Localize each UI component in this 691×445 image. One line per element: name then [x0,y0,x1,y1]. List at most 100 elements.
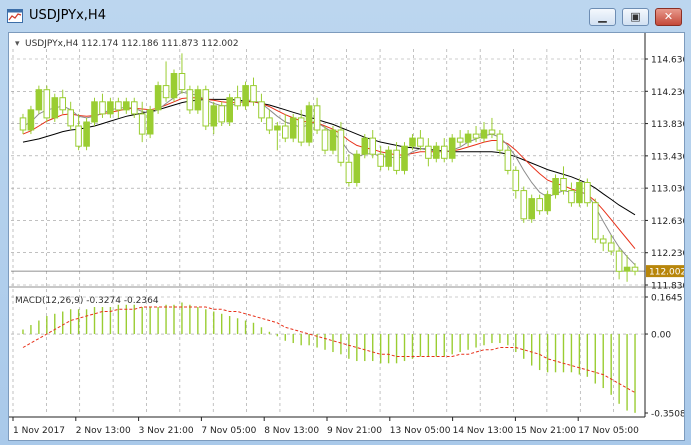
candle-down [337,129,345,163]
candle-down [250,85,257,103]
candle-up [464,133,472,143]
candle-up [353,153,361,183]
candle-down [266,117,273,131]
ma-slow-line [22,98,636,216]
candle-down [297,117,305,143]
price-label: 113.830 [651,120,684,130]
time-label: 17 Nov 05:00 [578,426,639,436]
ma-mid-path [22,97,636,250]
time-label: 14 Nov 13:00 [453,426,514,436]
candle-up [83,121,90,147]
candle-down [99,101,106,115]
price-label: 113.030 [651,185,684,195]
time-label: 7 Nov 05:00 [201,426,256,436]
chart-grid [11,49,645,413]
ma-mid-line [22,97,636,250]
candle-up [51,97,59,119]
candle-down [67,109,75,127]
candle-up [448,137,456,159]
candle-up [289,117,297,139]
candle-down [512,169,520,192]
candle-down [258,101,265,119]
time-label: 3 Nov 21:00 [139,426,194,436]
candle-down [19,117,27,131]
candle-up [91,101,98,123]
candle-down [496,133,504,151]
candle-up [154,85,162,111]
window-title: USDJPYx,H4 [29,8,106,23]
candle-down [456,137,464,143]
macd-signal-line [22,306,636,394]
candle-down [560,178,567,192]
candle-down [186,89,194,111]
macd-histogram [22,302,636,413]
candle-up [385,149,392,167]
chart-frame: 114.630 114.230 113.830 113.430 113.030 112.6… [8,32,688,441]
candle-down [178,73,186,91]
candle-down [218,105,225,123]
candle-down [599,238,607,244]
macd-title: MACD(12,26,9) -0.3274 -0.2364 [15,296,159,306]
maximize-icon: ▣ [630,10,641,23]
candle-down [115,101,122,111]
candle-up [146,109,154,135]
candle-up [329,129,337,151]
time-label: 13 Nov 05:00 [390,426,451,436]
price-label: 114.230 [651,88,684,98]
candle-up [401,145,408,171]
ma-fast-path [22,91,636,266]
candle-down [520,190,528,220]
chart-window-icon [7,9,23,23]
candle-down [536,198,544,212]
time-label: 1 Nov 2017 [13,426,65,436]
chart-header: USDJPYx,H4 112.174 112.186 111.873 112.0… [25,39,239,49]
candle-down [59,97,67,111]
macd-label: 0.1645 [651,294,683,304]
candle-down [584,182,591,204]
candle-up [35,89,43,111]
chart-dropdown-icon[interactable]: ▾ [15,39,20,49]
price-chart[interactable]: 114.630 114.230 113.830 113.430 113.030 112.6… [9,33,688,440]
minimize-button[interactable]: ▁ [589,8,616,26]
price-label: 114.630 [651,56,684,66]
title-bar[interactable]: USDJPYx,H4 ▁ ▣ ✕ [0,0,691,32]
candle-up [552,178,559,196]
candle-down [202,89,210,127]
candle-down [321,129,329,151]
candle-down [417,137,424,147]
candle-up [194,89,202,111]
price-label: 112.630 [651,217,684,227]
candle-down [43,89,51,119]
candle-down [131,101,138,115]
maximize-button[interactable]: ▣ [622,8,649,26]
candle-down [631,266,639,272]
candle-up [305,105,313,143]
candle-down [369,137,376,155]
time-label: 8 Nov 13:00 [264,426,319,436]
candle-up [623,266,631,272]
candle-up [361,137,369,155]
candle-up [123,101,130,111]
candle-up [226,97,233,123]
candle-up [274,125,281,131]
macd-label: 0.00 [651,331,671,341]
current-price-label: 112.002 [649,268,684,278]
candle-up [576,182,583,204]
candle-down [504,149,512,171]
candle-down [234,97,241,107]
candle-down [377,153,384,167]
time-label: 15 Nov 21:00 [515,426,576,436]
candle-up [480,129,488,139]
price-label: 112.230 [651,249,684,259]
candle-down [282,125,289,139]
candle-down [138,113,146,135]
candle-down [488,129,496,135]
candle-down [592,202,599,240]
candle-down [75,125,82,147]
candle-up [528,198,536,220]
close-button[interactable]: ✕ [655,8,682,26]
price-label: 111.830 [651,282,684,292]
candle-up [170,73,178,99]
candle-down [313,105,321,131]
candle-up [27,109,35,131]
